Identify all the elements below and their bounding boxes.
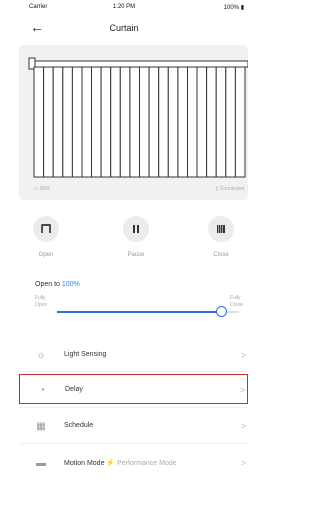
curtain-fold xyxy=(177,66,188,178)
curtain-fold xyxy=(33,66,45,178)
sun-icon: ☼ xyxy=(36,350,46,361)
curtain-fold xyxy=(167,66,179,178)
lightning-icon: ⚡ xyxy=(106,460,116,467)
curtain-fold xyxy=(139,66,150,178)
open-icon xyxy=(33,216,59,242)
curtain-preview: ▭ 85% ▯ Connected xyxy=(19,45,248,200)
chevron-right-icon: > xyxy=(240,421,246,431)
fully-close-line1: Fully xyxy=(230,295,241,301)
battery-status: 100% ▮ xyxy=(224,4,244,11)
connection-status-label: Connected xyxy=(219,186,244,192)
schedule-row[interactable]: ▦ Schedule > xyxy=(19,411,248,441)
curtain-fold xyxy=(196,66,208,178)
battery-icon: ▮ xyxy=(240,5,244,11)
curtain-fold xyxy=(119,66,131,178)
fully-open-line1: Fully xyxy=(35,295,46,301)
slider-track[interactable] xyxy=(57,306,239,317)
curtain-fold xyxy=(215,66,227,178)
divider xyxy=(19,443,248,444)
curtain-fold xyxy=(71,66,83,178)
delay-row[interactable]: ◔ Delay > xyxy=(19,374,248,404)
curtain-fold xyxy=(158,66,169,178)
light-sensing-label: Light Sensing xyxy=(64,351,107,358)
timer-icon: ◔ xyxy=(38,385,46,396)
pause-button[interactable]: Pause xyxy=(111,206,161,258)
open-to-label: Open to xyxy=(35,281,60,288)
schedule-label: Schedule xyxy=(64,422,94,429)
position-slider: Fully Open Fully Close xyxy=(35,295,248,325)
curtain-fold xyxy=(81,66,93,178)
battery-percent: 100% xyxy=(223,5,240,11)
curtain-fold xyxy=(52,66,64,178)
battery-level-icon: ▭ xyxy=(34,186,39,192)
calendar-icon: ▦ xyxy=(36,421,46,432)
curtain-fold xyxy=(100,66,112,178)
close-icon xyxy=(208,216,234,242)
motion-mode-label: Motion Mode ⚡ Performance Mode xyxy=(64,459,177,467)
close-button[interactable]: Close xyxy=(196,206,246,258)
chevron-right-icon: > xyxy=(239,385,245,395)
curtain-battery: ▭ 85% xyxy=(34,186,50,192)
slider-fill xyxy=(57,311,221,313)
slider-thumb[interactable] xyxy=(215,306,227,317)
pause-icon xyxy=(123,216,149,242)
open-percentage: Open to 100% xyxy=(35,281,80,288)
curtain-controls: Open Pause Close xyxy=(19,206,248,266)
curtain-fold xyxy=(110,66,121,178)
curtain-illustration xyxy=(28,57,248,178)
open-button[interactable]: Open xyxy=(21,206,71,258)
curtain-battery-value: 85% xyxy=(40,186,51,192)
open-to-value: 100% xyxy=(61,281,80,288)
divider xyxy=(19,371,248,372)
motion-mode-title: Motion Mode xyxy=(64,460,105,467)
curtain-fold xyxy=(62,66,73,178)
nav-bar: ← Curtain xyxy=(0,14,248,44)
chevron-right-icon: > xyxy=(240,458,246,468)
curtain-fold xyxy=(43,66,54,178)
status-time: 1:20 PM xyxy=(112,4,136,10)
device-icon: ▯ xyxy=(215,186,219,192)
connection-status: ▯ Connected xyxy=(216,186,244,192)
page-title: Curtain xyxy=(109,23,139,33)
curtain-fold xyxy=(91,66,102,178)
light-sensing-row[interactable]: ☼ Light Sensing > xyxy=(19,340,248,370)
chevron-right-icon: > xyxy=(240,350,246,360)
curtain-fold xyxy=(225,66,236,178)
motion-mode-value: Performance Mode xyxy=(117,460,177,467)
motor-icon: ▬ xyxy=(36,458,46,469)
status-bar: Carrier 1:20 PM 100% ▮ xyxy=(0,0,248,14)
delay-label: Delay xyxy=(65,386,83,393)
motion-mode-row[interactable]: ▬ Motion Mode ⚡ Performance Mode > xyxy=(19,448,248,478)
open-label: Open xyxy=(38,252,54,258)
fully-close-label: Fully Close xyxy=(230,295,243,309)
divider xyxy=(19,407,248,408)
curtain-fold xyxy=(148,66,160,178)
fully-open-line2: Open xyxy=(35,302,48,308)
curtain-fold xyxy=(234,66,246,178)
fully-close-line2: Close xyxy=(230,302,243,308)
curtain-fold xyxy=(129,66,141,178)
close-label: Close xyxy=(213,252,229,258)
curtain-fold xyxy=(187,66,198,178)
pause-label: Pause xyxy=(127,252,145,258)
curtain-fold xyxy=(206,66,217,178)
fully-open-label: Fully Open xyxy=(35,295,47,309)
